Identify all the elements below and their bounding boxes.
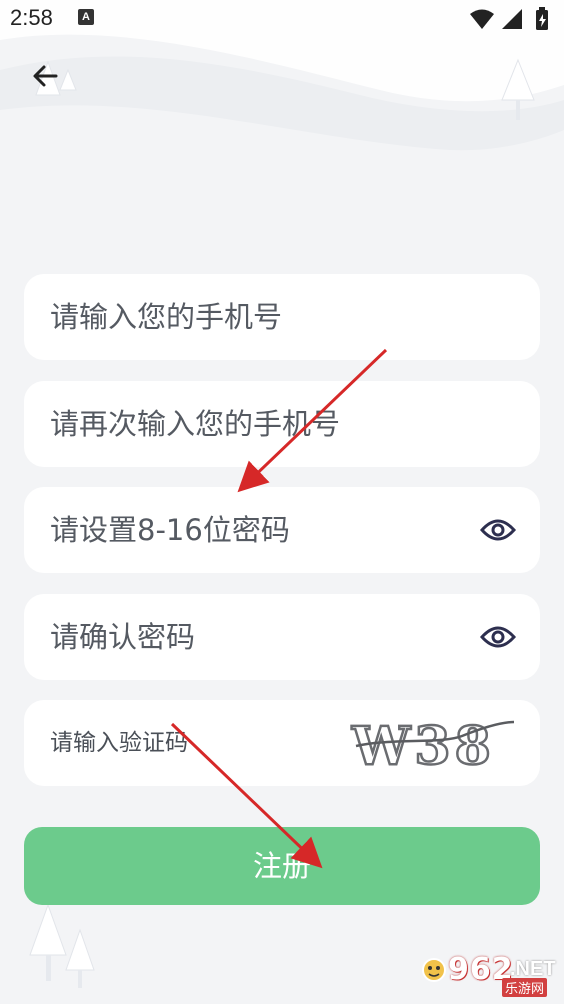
password-confirm-placeholder: 请确认密码 xyxy=(50,620,196,654)
eye-icon[interactable] xyxy=(480,514,516,546)
watermark-subtitle: 乐游网 xyxy=(502,978,548,997)
watermark-logo: 962 .NET 乐游网 xyxy=(420,952,556,998)
register-button[interactable]: 注册 xyxy=(24,827,540,905)
status-time: 2:58 xyxy=(10,5,53,30)
status-bar: 2:58 A xyxy=(0,0,564,38)
phone-placeholder: 请输入您的手机号 xyxy=(50,300,283,334)
status-icons xyxy=(470,7,548,30)
password-confirm-field[interactable]: 请确认密码 xyxy=(24,594,540,680)
notification-app-icon: A xyxy=(78,9,94,25)
captcha-image[interactable]: W38 xyxy=(332,708,518,780)
phone-field[interactable]: 请输入您的手机号 xyxy=(24,274,540,360)
watermark-mascot-icon xyxy=(422,958,446,982)
password-field[interactable]: 请设置8-16位密码 xyxy=(24,487,540,573)
back-button[interactable] xyxy=(28,58,64,94)
captcha-placeholder: 请输入验证码 xyxy=(50,730,188,756)
captcha-text: W38 xyxy=(351,716,495,777)
arrow-left-icon xyxy=(33,65,58,87)
wifi-icon xyxy=(470,9,494,29)
password-placeholder: 请设置8-16位密码 xyxy=(50,513,290,547)
captcha-field[interactable]: 请输入验证码 W38 xyxy=(24,700,540,786)
eye-icon[interactable] xyxy=(480,621,516,653)
phone-confirm-placeholder: 请再次输入您的手机号 xyxy=(50,407,341,441)
battery-icon xyxy=(536,7,548,30)
signal-icon xyxy=(502,9,522,29)
phone-confirm-field[interactable]: 请再次输入您的手机号 xyxy=(24,381,540,467)
